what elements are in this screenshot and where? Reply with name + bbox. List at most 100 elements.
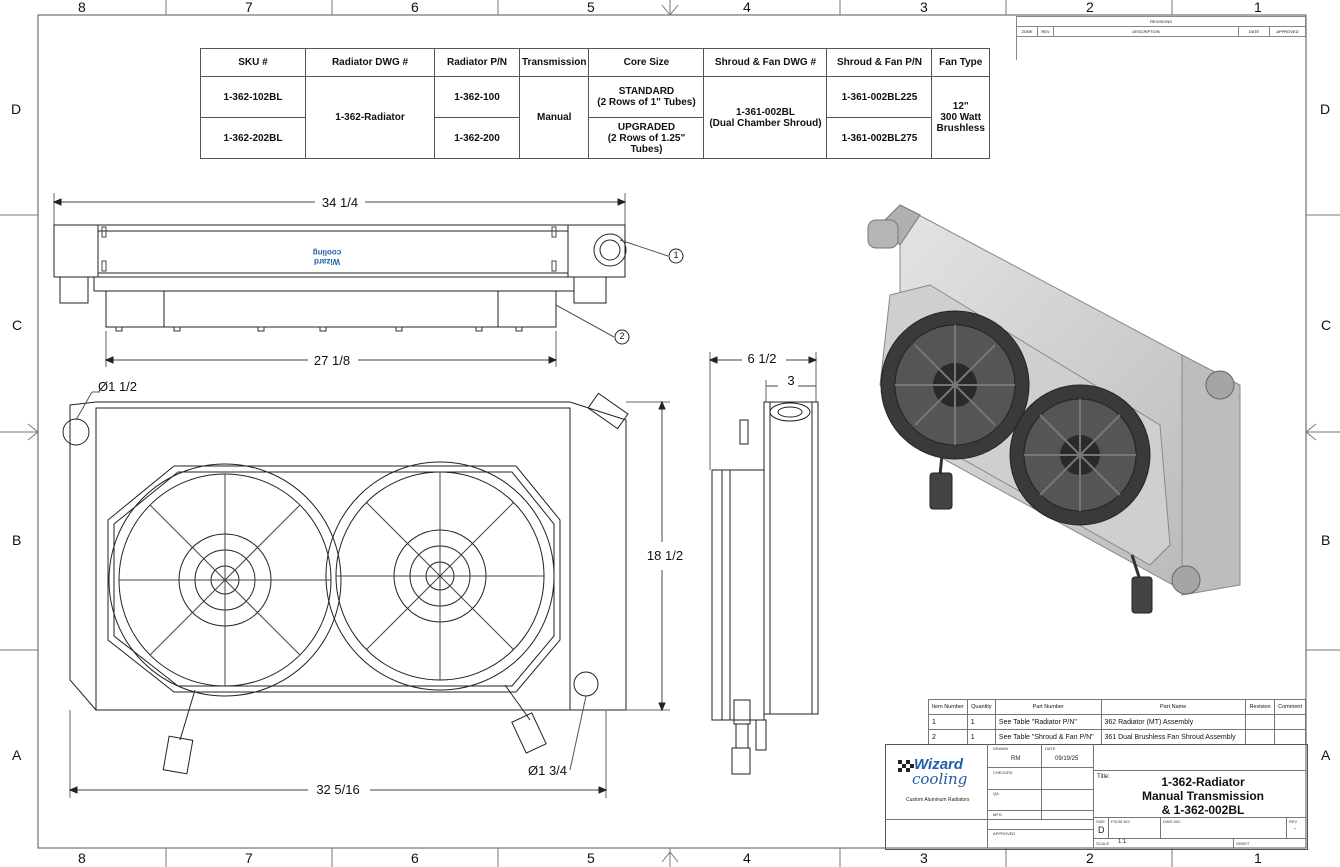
spec-radiator-dwg: 1-362-Radiator bbox=[305, 76, 435, 159]
spec-shroud-pn-2: 1-361-002BL275 bbox=[826, 117, 933, 159]
side-view-drawing bbox=[708, 352, 819, 775]
bom-row-1-qty: 1 bbox=[966, 714, 996, 730]
shroud-dwg-detail: (Dual Chamber Shroud) bbox=[709, 117, 822, 129]
spec-core-upgraded: UPGRADED (2 Rows of 1.25" Tubes) bbox=[588, 117, 705, 159]
core-standard-detail: (2 Rows of 1" Tubes) bbox=[597, 97, 696, 108]
dim-outlet-diameter: Ø1 3/4 bbox=[528, 763, 568, 778]
zone-col-8-bottom: 8 bbox=[78, 850, 86, 866]
fan-type-motor: Brushless bbox=[936, 123, 985, 134]
bom-row-2-item: 2 bbox=[928, 729, 968, 745]
tb-divider bbox=[987, 810, 1093, 811]
revisions-stub-line bbox=[1016, 36, 1017, 60]
tb-divider bbox=[987, 767, 1093, 768]
bom-row: 1 1 See Table "Radiator P/N" 362 Radiato… bbox=[928, 714, 1306, 730]
spec-table: SKU # Radiator DWG # Radiator P/N Transm… bbox=[200, 48, 990, 159]
fan-type-size: 12" bbox=[952, 101, 969, 112]
bom-header-item: Item Number bbox=[928, 699, 968, 715]
spec-header-sku: SKU # bbox=[200, 48, 306, 77]
core-standard-name: STANDARD bbox=[618, 86, 675, 97]
bom-header-part-number: Part Number bbox=[994, 699, 1102, 715]
spec-header-shroud-dwg: Shroud & Fan DWG # bbox=[703, 48, 828, 77]
tb-divider bbox=[1108, 817, 1109, 838]
zone-col-4-bottom: 4 bbox=[743, 850, 751, 866]
zone-col-1: 1 bbox=[1254, 0, 1262, 15]
tb-divider bbox=[1160, 817, 1161, 838]
tb-divider bbox=[1233, 838, 1234, 848]
logo-tagline: Custom Aluminum Radiators bbox=[906, 797, 970, 803]
zone-col-4: 4 bbox=[743, 0, 751, 15]
spec-shroud-dwg: 1-361-002BL (Dual Chamber Shroud) bbox=[703, 76, 828, 159]
tb-scale: 1:1 bbox=[1118, 839, 1127, 845]
zone-row-b: B bbox=[12, 532, 22, 548]
wizard-cooling-logo: Wizard cooling Custom Aluminum Radiators bbox=[892, 756, 984, 806]
drawing-title: 1-362-Radiator Manual Transmission & 1-3… bbox=[1108, 775, 1298, 817]
rev-header-rev: REV bbox=[1037, 26, 1054, 37]
bom-row-1-item: 1 bbox=[928, 714, 968, 730]
tb-divider bbox=[1093, 817, 1306, 818]
rev-header-description: DESCRIPTION bbox=[1053, 26, 1239, 37]
tb-divider bbox=[1041, 744, 1042, 819]
tb-divider bbox=[987, 829, 1093, 830]
zone-col-5-bottom: 5 bbox=[587, 850, 595, 866]
shroud-dwg-number: 1-361-002BL bbox=[736, 106, 795, 118]
logo-cooling: cooling bbox=[912, 770, 968, 788]
zone-col-6-bottom: 6 bbox=[411, 850, 419, 866]
tb-divider bbox=[1093, 744, 1094, 848]
zone-col-2-bottom: 2 bbox=[1086, 850, 1094, 866]
tb-fscm-label: FSCM NO. bbox=[1111, 819, 1131, 824]
tb-size: D bbox=[1098, 825, 1105, 835]
core-upgraded-name: UPGRADED bbox=[617, 121, 676, 133]
bom-row-2-part-name: 361 Dual Brushless Fan Shroud Assembly bbox=[1100, 729, 1246, 745]
tb-checked-label: CHECKED bbox=[993, 770, 1013, 775]
top-view-logo-text: Wizard bbox=[313, 257, 341, 266]
bom-row-2-comment bbox=[1274, 729, 1306, 745]
spec-radiator-pn-2: 1-362-200 bbox=[434, 117, 520, 159]
zone-row-a: A bbox=[12, 747, 22, 763]
spec-radiator-pn-1: 1-362-100 bbox=[434, 76, 520, 118]
tb-divider bbox=[1286, 817, 1287, 838]
revisions-title: REVISIONS bbox=[1016, 16, 1306, 27]
bom-header-qty: Quantity bbox=[966, 699, 996, 715]
isometric-render bbox=[867, 204, 1241, 614]
spec-core-standard: STANDARD (2 Rows of 1" Tubes) bbox=[588, 76, 705, 118]
spec-fan-type: 12" 300 Watt Brushless bbox=[931, 76, 990, 159]
tb-approved-label: APPROVED bbox=[993, 831, 1016, 836]
zone-row-d-right: D bbox=[1320, 101, 1331, 117]
zone-row-c: C bbox=[12, 317, 23, 333]
bom-row-1-comment bbox=[1274, 714, 1306, 730]
revisions-block: REVISIONS ZONE REV DESCRIPTION DATE APPR… bbox=[1016, 16, 1306, 37]
tb-scale-label: SCALE bbox=[1096, 841, 1110, 846]
top-view-logo-script: cooling bbox=[312, 248, 342, 257]
tb-divider bbox=[1093, 770, 1306, 771]
zone-col-1-bottom: 1 bbox=[1254, 850, 1262, 866]
zone-col-5: 5 bbox=[587, 0, 595, 15]
balloon-1-label: 1 bbox=[673, 250, 679, 260]
core-upgraded-detail: (2 Rows of 1.25" Tubes) bbox=[607, 132, 686, 155]
zone-row-d: D bbox=[11, 101, 22, 117]
tb-rev: - bbox=[1294, 826, 1296, 832]
rev-header-approved: APPROVED bbox=[1269, 26, 1306, 37]
tb-date-label: DATE bbox=[1045, 746, 1056, 751]
spec-sku-2: 1-362-202BL bbox=[200, 117, 306, 159]
spec-header-core-size: Core Size bbox=[588, 48, 705, 77]
rev-header-zone: ZONE bbox=[1016, 26, 1038, 37]
tb-rev-label: REV bbox=[1289, 819, 1298, 824]
spec-transmission: Manual bbox=[518, 76, 590, 159]
fan-type-watt: 300 Watt bbox=[940, 112, 982, 123]
spec-shroud-pn-1: 1-361-002BL225 bbox=[826, 76, 933, 118]
bom-header-comment: Comment bbox=[1274, 699, 1306, 715]
bom-row-2-revision bbox=[1244, 729, 1276, 745]
dim-inlet-diameter: Ø1 1/2 bbox=[98, 379, 138, 394]
tb-divider bbox=[987, 744, 988, 848]
zone-row-a-right: A bbox=[1321, 747, 1331, 763]
spec-sku-1: 1-362-102BL bbox=[200, 76, 306, 118]
bom-row-1-part-name: 362 Radiator (MT) Assembly bbox=[1100, 714, 1246, 730]
tb-sheet-label: SHEET bbox=[1236, 841, 1250, 846]
tb-mfg-label: MFG bbox=[993, 812, 1002, 817]
zone-col-7: 7 bbox=[245, 0, 253, 15]
bill-of-materials: Item Number Quantity Part Number Part Na… bbox=[928, 699, 1306, 745]
zone-col-3: 3 bbox=[920, 0, 928, 15]
tb-divider bbox=[885, 819, 1093, 820]
spec-header-fan-type: Fan Type bbox=[931, 48, 990, 77]
spec-header-radiator-pn: Radiator P/N bbox=[434, 48, 520, 77]
